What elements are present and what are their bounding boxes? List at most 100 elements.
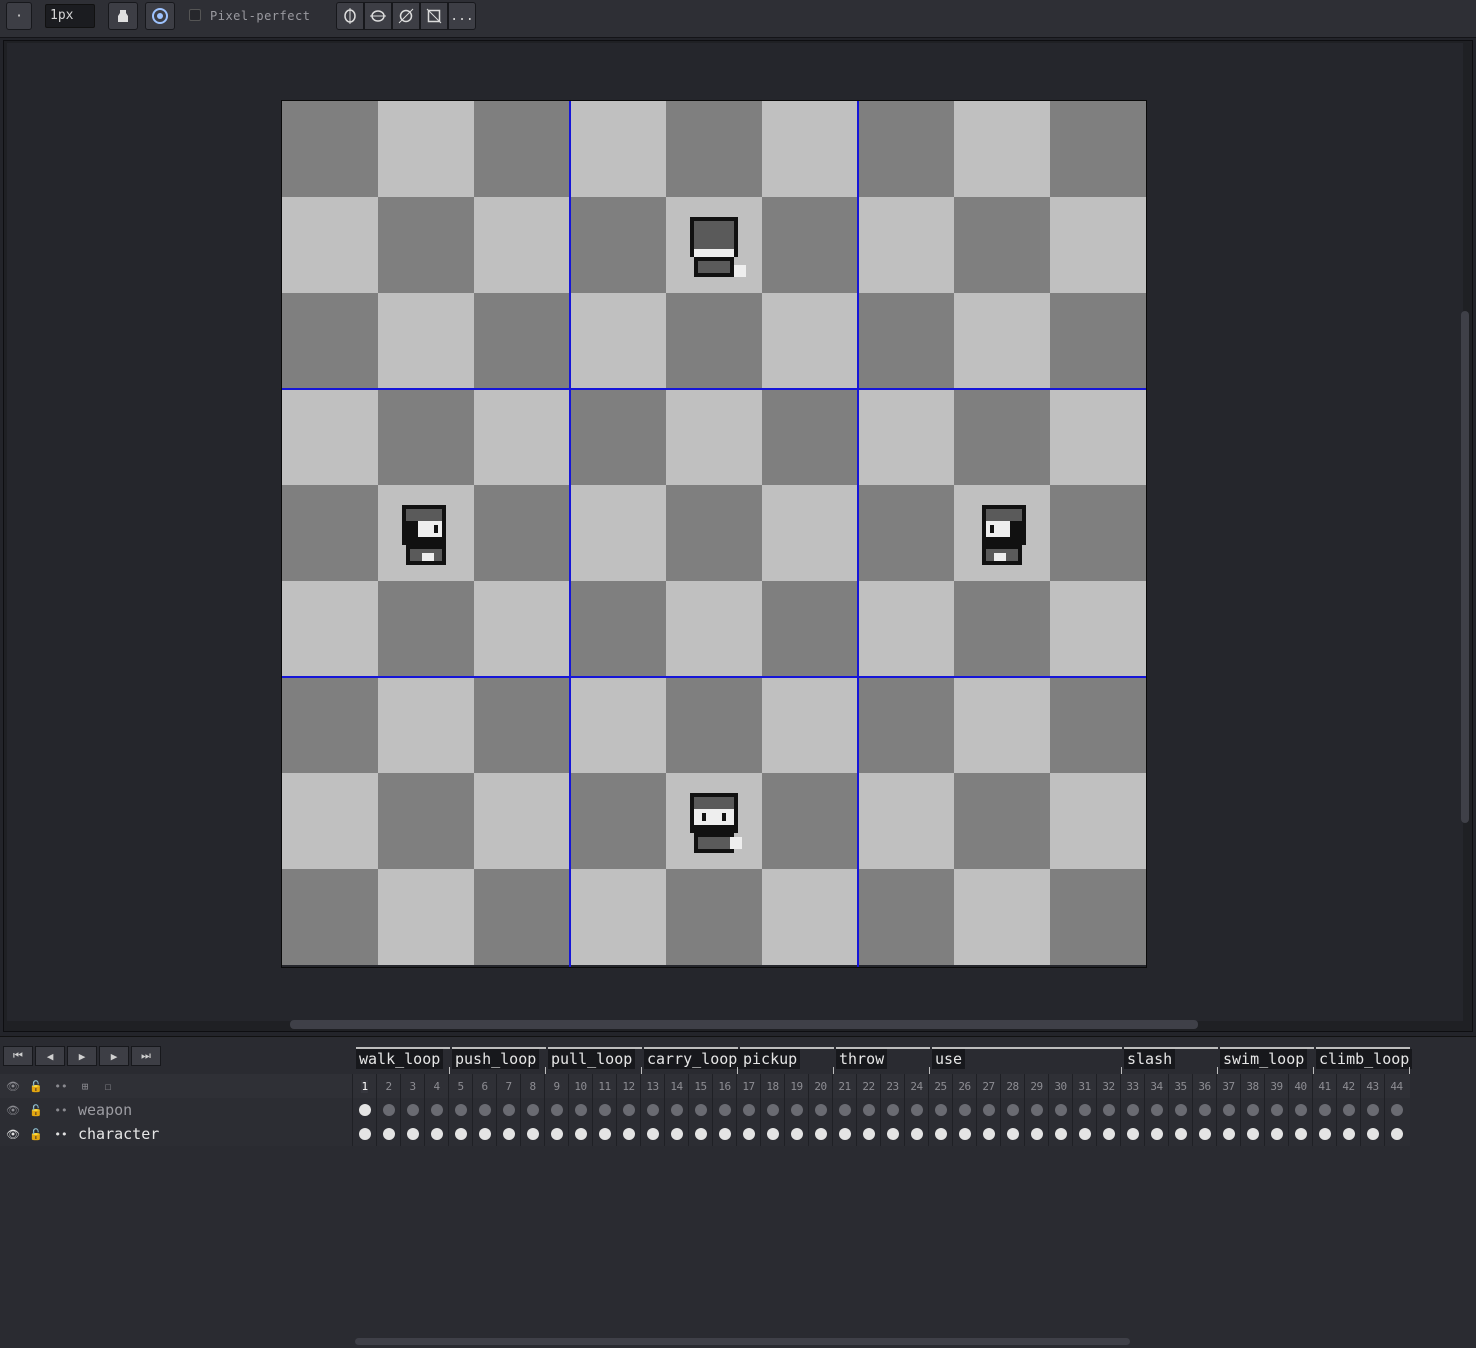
frame-header-31[interactable]: 31	[1072, 1074, 1096, 1098]
cel-weapon-37[interactable]	[1216, 1098, 1240, 1122]
frame-header-19[interactable]: 19	[784, 1074, 808, 1098]
cel-character-20[interactable]	[808, 1122, 832, 1146]
symmetry-vertical-icon[interactable]	[336, 2, 364, 30]
cel-character-4[interactable]	[424, 1122, 448, 1146]
eye-icon[interactable]: 👁	[2, 1123, 24, 1145]
next-frame-icon[interactable]: ▶	[99, 1046, 129, 1066]
frame-header-10[interactable]: 10	[568, 1074, 592, 1098]
cel-weapon-26[interactable]	[952, 1098, 976, 1122]
cel-weapon-31[interactable]	[1072, 1098, 1096, 1122]
cel-weapon-35[interactable]	[1168, 1098, 1192, 1122]
frame-header-26[interactable]: 26	[952, 1074, 976, 1098]
cel-weapon-43[interactable]	[1360, 1098, 1384, 1122]
cel-weapon-2[interactable]	[376, 1098, 400, 1122]
frame-header-37[interactable]: 37	[1216, 1074, 1240, 1098]
continuous-icon[interactable]: ••	[50, 1075, 72, 1097]
cel-weapon-8[interactable]	[520, 1098, 544, 1122]
cel-weapon-1[interactable]	[352, 1098, 376, 1122]
cel-character-33[interactable]	[1120, 1122, 1144, 1146]
cel-weapon-11[interactable]	[592, 1098, 616, 1122]
frame-header-27[interactable]: 27	[976, 1074, 1000, 1098]
tag-pull-loop[interactable]: pull_loop	[548, 1047, 642, 1075]
layer-group-icon[interactable]: ⊞	[74, 1075, 96, 1097]
frame-header-21[interactable]: 21	[832, 1074, 856, 1098]
frame-header-4[interactable]: 4	[424, 1074, 448, 1098]
cel-weapon-32[interactable]	[1096, 1098, 1120, 1122]
cel-character-32[interactable]	[1096, 1122, 1120, 1146]
cel-character-41[interactable]	[1312, 1122, 1336, 1146]
frame-header-20[interactable]: 20	[808, 1074, 832, 1098]
cel-character-27[interactable]	[976, 1122, 1000, 1146]
lock-icon[interactable]: 🔓	[25, 1123, 47, 1145]
cel-character-30[interactable]	[1048, 1122, 1072, 1146]
pixel-perfect-checkbox[interactable]	[189, 9, 201, 21]
frame-header-34[interactable]: 34	[1144, 1074, 1168, 1098]
frame-header-30[interactable]: 30	[1048, 1074, 1072, 1098]
frame-header-5[interactable]: 5	[448, 1074, 472, 1098]
cel-weapon-42[interactable]	[1336, 1098, 1360, 1122]
cel-weapon-34[interactable]	[1144, 1098, 1168, 1122]
ink-icon[interactable]	[108, 2, 138, 30]
frame-header-32[interactable]: 32	[1096, 1074, 1120, 1098]
cel-weapon-5[interactable]	[448, 1098, 472, 1122]
cel-weapon-24[interactable]	[904, 1098, 928, 1122]
cel-character-21[interactable]	[832, 1122, 856, 1146]
frame-header-18[interactable]: 18	[760, 1074, 784, 1098]
cel-weapon-21[interactable]	[832, 1098, 856, 1122]
frame-header-13[interactable]: 13	[640, 1074, 664, 1098]
cel-character-19[interactable]	[784, 1122, 808, 1146]
cel-weapon-25[interactable]	[928, 1098, 952, 1122]
cel-weapon-44[interactable]	[1384, 1098, 1408, 1122]
cel-weapon-16[interactable]	[712, 1098, 736, 1122]
frame-header-28[interactable]: 28	[1000, 1074, 1024, 1098]
frame-header-8[interactable]: 8	[520, 1074, 544, 1098]
cel-weapon-15[interactable]	[688, 1098, 712, 1122]
cel-weapon-10[interactable]	[568, 1098, 592, 1122]
frame-header-1[interactable]: 1	[352, 1074, 376, 1098]
cel-character-8[interactable]	[520, 1122, 544, 1146]
frame-header-25[interactable]: 25	[928, 1074, 952, 1098]
cel-character-17[interactable]	[736, 1122, 760, 1146]
first-frame-icon[interactable]: ⏮	[3, 1046, 33, 1066]
cel-character-42[interactable]	[1336, 1122, 1360, 1146]
cel-weapon-29[interactable]	[1024, 1098, 1048, 1122]
cel-character-26[interactable]	[952, 1122, 976, 1146]
tag-slash[interactable]: slash	[1124, 1047, 1218, 1075]
cel-weapon-41[interactable]	[1312, 1098, 1336, 1122]
brush-shape-button[interactable]: ·	[6, 2, 32, 30]
frame-header-39[interactable]: 39	[1264, 1074, 1288, 1098]
cel-character-2[interactable]	[376, 1122, 400, 1146]
tag-throw[interactable]: throw	[836, 1047, 930, 1075]
frame-header-33[interactable]: 33	[1120, 1074, 1144, 1098]
cel-character-23[interactable]	[880, 1122, 904, 1146]
cel-weapon-39[interactable]	[1264, 1098, 1288, 1122]
continuous-icon[interactable]: ••	[50, 1123, 72, 1145]
cel-weapon-33[interactable]	[1120, 1098, 1144, 1122]
frame-header-36[interactable]: 36	[1192, 1074, 1216, 1098]
cel-character-31[interactable]	[1072, 1122, 1096, 1146]
frame-header-15[interactable]: 15	[688, 1074, 712, 1098]
frame-header-29[interactable]: 29	[1024, 1074, 1048, 1098]
cel-weapon-6[interactable]	[472, 1098, 496, 1122]
cel-character-35[interactable]	[1168, 1122, 1192, 1146]
cel-character-9[interactable]	[544, 1122, 568, 1146]
layer-name-weapon[interactable]: weapon	[78, 1098, 132, 1122]
cel-character-6[interactable]	[472, 1122, 496, 1146]
cel-weapon-23[interactable]	[880, 1098, 904, 1122]
frame-header-40[interactable]: 40	[1288, 1074, 1312, 1098]
cel-character-43[interactable]	[1360, 1122, 1384, 1146]
cel-character-25[interactable]	[928, 1122, 952, 1146]
cel-weapon-4[interactable]	[424, 1098, 448, 1122]
cel-weapon-38[interactable]	[1240, 1098, 1264, 1122]
cel-weapon-18[interactable]	[760, 1098, 784, 1122]
cel-weapon-9[interactable]	[544, 1098, 568, 1122]
cel-character-5[interactable]	[448, 1122, 472, 1146]
lock-icon[interactable]: 🔓	[25, 1075, 47, 1097]
frame-header-22[interactable]: 22	[856, 1074, 880, 1098]
frame-header-44[interactable]: 44	[1384, 1074, 1408, 1098]
sprite-canvas[interactable]	[281, 100, 1147, 968]
frame-header-42[interactable]: 42	[1336, 1074, 1360, 1098]
tag-use[interactable]: use	[932, 1047, 1122, 1075]
frame-header-17[interactable]: 17	[736, 1074, 760, 1098]
cel-weapon-40[interactable]	[1288, 1098, 1312, 1122]
